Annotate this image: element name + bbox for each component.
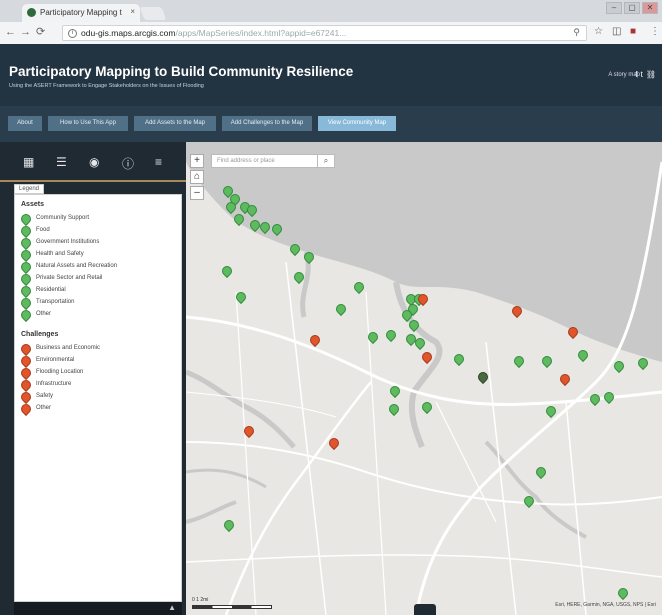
tab-view-community-map[interactable]: View Community Map — [318, 116, 396, 131]
map-search-icon[interactable]: ⌕ — [317, 154, 335, 168]
zoom-magnifier-icon[interactable]: ⚲ — [573, 27, 580, 38]
url-host: odu-gis.maps.arcgis.com — [81, 28, 176, 38]
map-bottom-handle[interactable] — [414, 604, 436, 615]
challenges-heading: Challenges — [21, 331, 59, 338]
legend-item-label: Business and Economic — [36, 345, 101, 351]
red-pin-icon — [18, 341, 34, 357]
layers-icon[interactable]: ◉ — [89, 155, 99, 169]
legend-item-label: Other — [36, 311, 52, 317]
legend-item-label: Environmental — [36, 357, 75, 363]
green-pin-icon — [18, 211, 34, 227]
green-pin-icon — [18, 223, 34, 239]
legend-tab[interactable]: Legend — [14, 184, 44, 194]
legend-panel: Assets Community Support Food Government… — [14, 194, 182, 602]
extension-red-icon[interactable]: ■ — [630, 26, 636, 37]
legend-item-label: Other — [36, 405, 52, 411]
tab-about[interactable]: About — [8, 116, 42, 131]
scale-bar — [192, 605, 272, 609]
social-share-icons: ft⛓ — [635, 70, 659, 79]
link-icon[interactable]: ⛓ — [646, 70, 659, 79]
forward-arrow-icon[interactable]: → — [20, 26, 31, 38]
green-pin-icon — [18, 247, 34, 263]
red-pin-icon — [18, 401, 34, 417]
side-panel: ▦ ☰ ◉ ⓘ ≡ Legend Assets Community Suppor… — [0, 142, 186, 615]
address-bar-row: ← → ⟳ i odu-gis.maps.arcgis.com/apps/Map… — [0, 22, 662, 44]
red-pin-icon — [18, 365, 34, 381]
info-icon[interactable]: ⓘ — [122, 155, 134, 172]
red-pin-icon — [18, 353, 34, 369]
collapse-panel-icon[interactable]: ▲ — [168, 603, 176, 612]
browser-tab[interactable]: Participatory Mapping t × — [22, 4, 140, 22]
zoom-out-button[interactable]: – — [190, 186, 204, 200]
legend-item-label: Private Sector and Retail — [36, 275, 103, 281]
legend-item-label: Government Institutions — [36, 239, 100, 245]
back-arrow-icon[interactable]: ← — [5, 26, 16, 38]
grid-icon[interactable]: ▦ — [23, 155, 34, 169]
browser-menu-icon[interactable]: ⋮ — [650, 26, 660, 37]
map-basemap — [186, 142, 662, 615]
legend-item-label: Safety — [36, 393, 54, 399]
green-pin-icon — [18, 283, 34, 299]
tab-add-challenges[interactable]: Add Challenges to the Map — [222, 116, 312, 131]
community-map[interactable]: Find address or place ⌕ + ⌂ – 0 1 2mi Es… — [186, 142, 662, 615]
panel-toolbar: ▦ ☰ ◉ ⓘ ≡ — [0, 142, 186, 182]
extension-icon[interactable]: ◫ — [612, 26, 621, 37]
zoom-in-button[interactable]: + — [190, 154, 204, 168]
browser-tab-title: Participatory Mapping t — [40, 8, 122, 17]
scale-label: 0 1 2mi — [192, 597, 209, 603]
toolbar-underline — [0, 180, 186, 182]
map-search-input[interactable]: Find address or place — [211, 154, 329, 168]
red-pin-icon — [18, 389, 34, 405]
favicon-icon — [27, 8, 36, 17]
reload-icon[interactable]: ⟳ — [36, 25, 45, 38]
menu-icon[interactable]: ≡ — [155, 155, 162, 169]
green-pin-icon — [18, 235, 34, 251]
bookmark-star-icon[interactable]: ☆ — [594, 26, 603, 37]
browser-chrome: Participatory Mapping t × – ▢ ✕ ← → ⟳ i … — [0, 0, 662, 44]
legend-item-label: Health and Safety — [36, 251, 84, 257]
legend-item-label: Natural Assets and Recreation — [36, 263, 118, 269]
legend-item-label: Transportation — [36, 299, 75, 305]
close-tab-icon[interactable]: × — [130, 7, 135, 16]
red-pin-icon — [18, 377, 34, 393]
url-path: /apps/MapSeries/index.html?appid=e67241.… — [175, 28, 347, 38]
series-tab-row: About How to Use This App Add Assets to … — [0, 106, 662, 142]
legend-item-label: Residential — [36, 287, 66, 293]
legend-item-label: Food — [36, 227, 50, 233]
list-icon[interactable]: ☰ — [56, 155, 67, 169]
maximize-icon[interactable]: ▢ — [624, 2, 640, 14]
window-close-icon[interactable]: ✕ — [642, 2, 658, 14]
green-pin-icon — [18, 307, 34, 323]
browser-tabbar: Participatory Mapping t × – ▢ ✕ — [0, 0, 662, 22]
site-info-icon[interactable]: i — [68, 29, 77, 38]
legend-item-label: Infrastructure — [36, 381, 72, 387]
app-header: Participatory Mapping to Build Community… — [0, 44, 662, 106]
legend-item-label: Flooding Location — [36, 369, 84, 375]
minimize-icon[interactable]: – — [606, 2, 622, 14]
new-tab-button[interactable] — [139, 7, 167, 20]
map-attribution: Esri, HERE, Garmin, NGA, USGS, NPS | Esr… — [555, 602, 656, 608]
tab-how-to-use[interactable]: How to Use This App — [48, 116, 128, 131]
assets-heading: Assets — [21, 201, 44, 208]
green-pin-icon — [18, 271, 34, 287]
legend-item-label: Community Support — [36, 215, 90, 221]
app-title: Participatory Mapping to Build Community… — [9, 64, 354, 79]
green-pin-icon — [18, 259, 34, 275]
home-icon[interactable]: ⌂ — [190, 170, 204, 184]
url-input[interactable]: i odu-gis.maps.arcgis.com/apps/MapSeries… — [62, 25, 587, 41]
green-pin-icon — [18, 295, 34, 311]
app-subtitle: Using the ASERT Framework to Engage Stak… — [9, 83, 204, 89]
panel-footer: ▲ — [14, 602, 182, 615]
tab-add-assets[interactable]: Add Assets to the Map — [134, 116, 216, 131]
window-controls: – ▢ ✕ — [606, 2, 658, 14]
